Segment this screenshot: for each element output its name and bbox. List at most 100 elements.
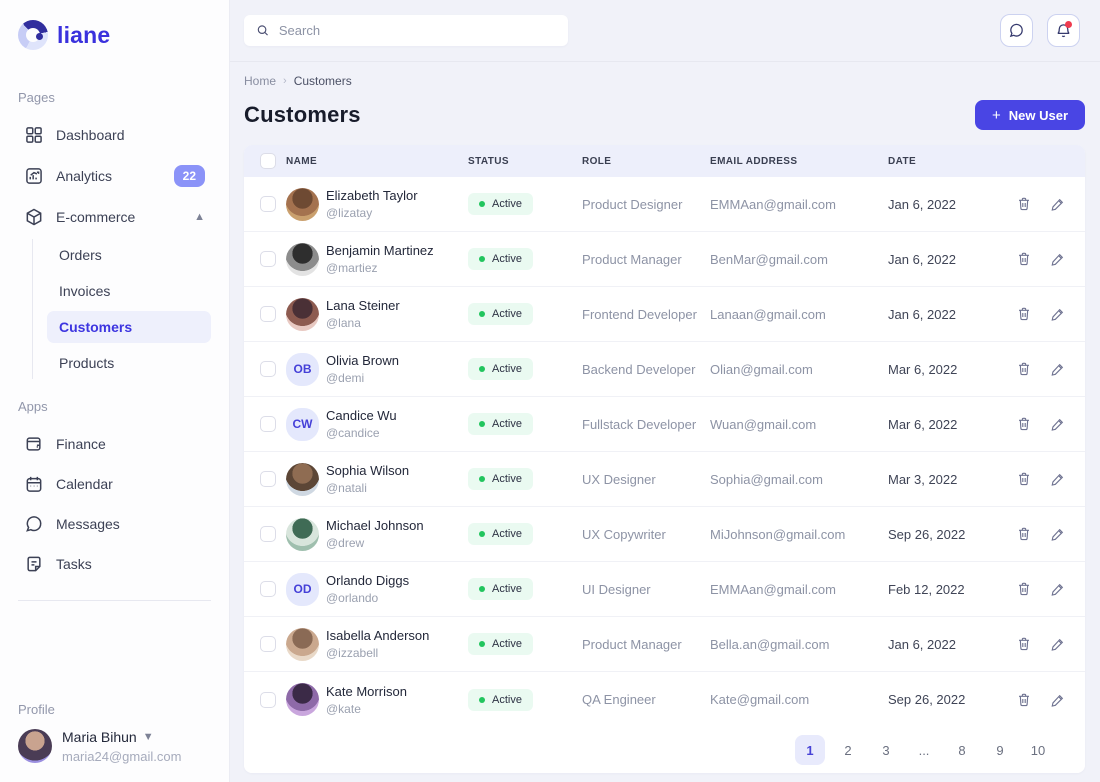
sidebar-item-customers[interactable]: Customers xyxy=(47,311,211,343)
delete-row-button[interactable] xyxy=(1010,355,1038,383)
page-button[interactable]: 3 xyxy=(871,735,901,765)
delete-row-button[interactable] xyxy=(1010,410,1038,438)
status-dot-icon xyxy=(479,311,485,317)
table-row[interactable]: Isabella Anderson @izzabell Active Product … xyxy=(244,617,1085,672)
chevron-down-icon[interactable]: ▼︎ xyxy=(143,731,154,743)
sidebar-item-ecommerce[interactable]: E-commerce ▲︎ xyxy=(18,197,211,237)
page-button[interactable]: 10 xyxy=(1023,735,1053,765)
breadcrumb-home[interactable]: Home xyxy=(244,74,276,88)
customer-handle: @izzabell xyxy=(326,646,379,660)
delete-row-button[interactable] xyxy=(1010,575,1038,603)
support-chat-button[interactable] xyxy=(1000,14,1033,47)
search-input[interactable] xyxy=(278,23,556,38)
notifications-button[interactable] xyxy=(1047,14,1080,47)
customer-handle: @drew xyxy=(326,536,365,550)
row-checkbox[interactable] xyxy=(260,251,276,267)
sidebar-item-products[interactable]: Products xyxy=(47,347,211,379)
table-row[interactable]: CW Candice Wu @candice Active Fullstack Deve… xyxy=(244,397,1085,452)
status-dot-icon xyxy=(479,201,485,207)
table-row[interactable]: Michael Johnson @drew Active UX Copywriter M… xyxy=(244,507,1085,562)
page-button[interactable]: 1 xyxy=(795,735,825,765)
sidebar-item-label: Analytics xyxy=(56,168,113,184)
table-row[interactable]: Kate Morrison @kate Active QA Engineer Kate@… xyxy=(244,672,1085,727)
trash-icon xyxy=(1019,197,1029,211)
edit-row-button[interactable] xyxy=(1044,190,1072,218)
delete-row-button[interactable] xyxy=(1010,190,1038,218)
delete-row-button[interactable] xyxy=(1010,520,1038,548)
sidebar-item-tasks[interactable]: Tasks xyxy=(18,544,211,584)
edit-row-button[interactable] xyxy=(1044,465,1072,493)
sidebar-item-messages[interactable]: Messages xyxy=(18,504,211,544)
row-checkbox[interactable] xyxy=(260,691,276,708)
column-header-name[interactable]: NAME xyxy=(286,156,468,167)
customer-handle: @lana xyxy=(326,316,361,330)
edit-row-button[interactable] xyxy=(1044,630,1072,658)
delete-row-button[interactable] xyxy=(1010,630,1038,658)
page-button[interactable]: 9 xyxy=(985,735,1015,765)
column-header-date[interactable]: DATE xyxy=(888,156,1010,167)
avatar: OD xyxy=(286,572,319,606)
row-checkbox[interactable] xyxy=(260,471,276,487)
select-all-checkbox[interactable] xyxy=(260,153,276,169)
sidebar-item-analytics[interactable]: Analytics 22 xyxy=(18,155,211,197)
table-row[interactable]: Elizabeth Taylor @lizatay Active Product De… xyxy=(244,177,1085,232)
table-row[interactable]: Sophia Wilson @natali Active UX Designer Sop… xyxy=(244,452,1085,507)
page-button[interactable]: 8 xyxy=(947,735,977,765)
table-row[interactable]: OB Olivia Brown @demi Active Backend Develop… xyxy=(244,342,1085,397)
customer-role: UI Designer xyxy=(582,581,651,597)
delete-row-button[interactable] xyxy=(1010,300,1038,328)
row-checkbox[interactable] xyxy=(260,361,276,377)
row-checkbox[interactable] xyxy=(260,581,276,597)
delete-row-button[interactable] xyxy=(1010,686,1038,714)
avatar: CW xyxy=(286,407,319,441)
logo[interactable]: liane xyxy=(18,20,211,50)
column-header-status[interactable]: STATUS xyxy=(468,156,582,167)
status-dot-icon xyxy=(479,256,485,262)
edit-row-button[interactable] xyxy=(1044,245,1072,273)
customer-name: Isabella Anderson xyxy=(326,628,430,643)
trash-icon xyxy=(1019,417,1029,431)
page-title: Customers xyxy=(244,102,361,127)
table-row[interactable]: OD Orlando Diggs @orlando Active UI Designer… xyxy=(244,562,1085,617)
customer-date: Jan 6, 2022 xyxy=(888,636,956,652)
delete-row-button[interactable] xyxy=(1010,465,1038,493)
table-row[interactable]: Benjamin Martinez @martiez Active Product M… xyxy=(244,232,1085,287)
sidebar-item-label: Finance xyxy=(56,436,106,452)
edit-row-button[interactable] xyxy=(1044,686,1072,714)
delete-row-button[interactable] xyxy=(1010,245,1038,273)
avatar xyxy=(286,187,319,221)
row-checkbox[interactable] xyxy=(260,526,276,542)
content: Home › Customers Customers + New User NA… xyxy=(230,62,1100,782)
edit-row-button[interactable] xyxy=(1044,520,1072,548)
sidebar-item-orders[interactable]: Orders xyxy=(47,239,211,271)
row-checkbox[interactable] xyxy=(260,196,276,212)
column-header-role[interactable]: ROLE xyxy=(582,156,710,167)
column-header-email[interactable]: EMAIL ADDRESS xyxy=(710,156,888,167)
row-checkbox[interactable] xyxy=(260,636,276,652)
customer-role: Product Manager xyxy=(582,251,682,267)
profile-menu[interactable]: Maria Bihun ▼︎ maria24@gmail.com xyxy=(18,729,211,764)
sidebar-item-label: Dashboard xyxy=(56,127,125,143)
sidebar-item-invoices[interactable]: Invoices xyxy=(47,275,211,307)
customer-date: Jan 6, 2022 xyxy=(888,251,956,267)
edit-row-button[interactable] xyxy=(1044,300,1072,328)
row-checkbox[interactable] xyxy=(260,416,276,432)
sidebar-item-calendar[interactable]: Calendar xyxy=(18,464,211,504)
edit-row-button[interactable] xyxy=(1044,410,1072,438)
customer-handle: @lizatay xyxy=(326,206,373,220)
row-checkbox[interactable] xyxy=(260,306,276,322)
customer-role: Backend Developer xyxy=(582,361,696,377)
sidebar-item-finance[interactable]: Finance xyxy=(18,424,211,464)
new-user-button[interactable]: + New User xyxy=(974,100,1085,130)
sidebar-item-dashboard[interactable]: Dashboard xyxy=(18,115,211,155)
customer-name: Sophia Wilson xyxy=(326,463,410,478)
customer-handle: @kate xyxy=(326,701,361,716)
page-ellipsis: ... xyxy=(909,735,939,765)
edit-icon xyxy=(1051,418,1064,431)
customer-date: Mar 6, 2022 xyxy=(888,361,958,377)
table-row[interactable]: Lana Steiner @lana Active Frontend Develope… xyxy=(244,287,1085,342)
page-button[interactable]: 2 xyxy=(833,735,863,765)
edit-row-button[interactable] xyxy=(1044,575,1072,603)
status-dot-icon xyxy=(479,641,485,647)
edit-row-button[interactable] xyxy=(1044,355,1072,383)
